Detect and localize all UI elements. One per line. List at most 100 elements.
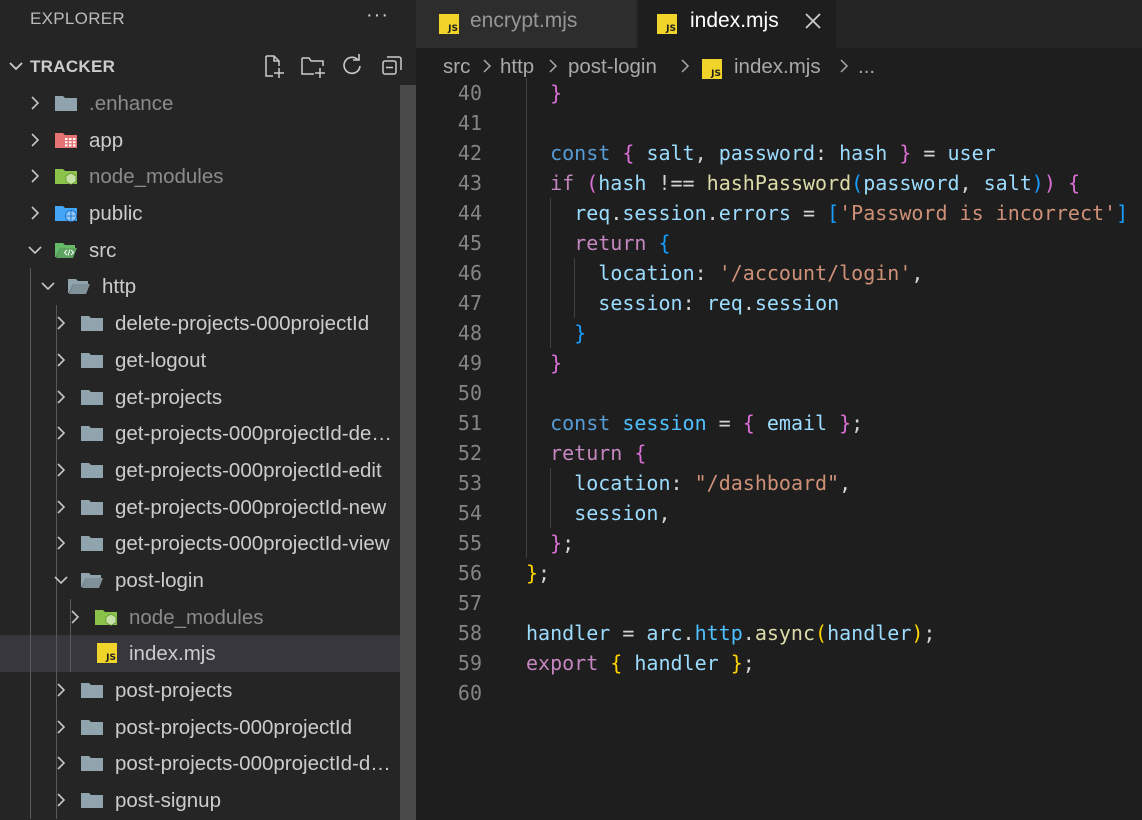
tab-encrypt-mjs[interactable]: JS encrypt.mjs [416, 0, 636, 48]
code-token: : [670, 471, 695, 495]
line-number: 42 [457, 141, 482, 165]
tree-folder-item[interactable]: get-projects [0, 378, 400, 416]
code-token: return [550, 441, 635, 465]
indent-guide [30, 488, 31, 526]
tree-folder-item[interactable]: post-signup [0, 782, 400, 819]
breadcrumb-more[interactable]: ... [858, 55, 875, 79]
tree-folder-item[interactable]: get-projects-000projectId-view [0, 525, 400, 562]
chevron-right-icon[interactable] [52, 314, 70, 332]
indent-guide [526, 228, 527, 258]
code-token: { [634, 441, 647, 465]
code-editor[interactable]: 40} 41 42 const { salt, password: hash } = … [416, 78, 1142, 820]
chevron-right-icon [840, 59, 849, 73]
editor-tab-bar: JS encrypt.mjs JS index.mjs [416, 0, 1142, 48]
code-token: } [550, 531, 563, 555]
tree-item-label: get-projects-000projectId-view [115, 532, 390, 556]
chevron-right-icon[interactable] [52, 388, 70, 406]
chevron-right-icon[interactable] [26, 167, 44, 185]
tree-folder-item[interactable]: post-projects-000projectId-delete [0, 745, 400, 783]
chevron-down-icon[interactable] [26, 241, 44, 259]
close-icon[interactable] [804, 12, 822, 30]
code-token: salt [983, 171, 1032, 195]
tab-label: index.mjs [690, 9, 779, 32]
indent-guide [526, 348, 527, 378]
chevron-down-icon[interactable] [39, 277, 57, 295]
tree-folder-item[interactable]: .enhance [0, 85, 400, 122]
chevron-right-icon[interactable] [52, 498, 70, 516]
code-token: hash [598, 171, 647, 195]
code-text: const { salt, password: hash } = user [550, 138, 996, 168]
tree-folder-item[interactable]: public [0, 195, 400, 232]
chevron-right-icon[interactable] [52, 681, 70, 699]
chevron-right-icon[interactable] [66, 608, 84, 626]
tree-folder-item[interactable]: node_modules [0, 158, 400, 195]
indent-guide [550, 468, 552, 498]
tree-item-label: get-projects-000projectId-delete [115, 422, 396, 446]
code-token: !== [646, 171, 707, 195]
tree-folder-item[interactable]: delete-projects-000projectId [0, 305, 400, 342]
code-token: = [706, 411, 743, 435]
chevron-down-icon[interactable] [52, 571, 70, 589]
code-text: } [574, 318, 586, 348]
indent-guide [30, 525, 31, 562]
tree-folder-item[interactable]: app [0, 122, 400, 159]
more-actions-button[interactable]: ··· [366, 4, 389, 27]
new-file-button[interactable] [259, 52, 287, 80]
indent-guide [550, 228, 552, 258]
tab-index-mjs[interactable]: JS index.mjs [638, 0, 836, 48]
chevron-right-icon[interactable] [52, 534, 70, 552]
breadcrumb-post-login[interactable]: post-login [568, 55, 657, 79]
tree-folder-item[interactable]: get-logout [0, 341, 400, 379]
tree-folder-item[interactable]: get-projects-000projectId-edit [0, 451, 400, 489]
sidebar-scrollbar[interactable] [400, 85, 416, 820]
code-token: session [754, 291, 840, 315]
tree-folder-item[interactable]: node_modules [0, 598, 400, 636]
code-token: ( [851, 171, 864, 195]
workspace-section-header[interactable]: TRACKER [0, 48, 416, 85]
chevron-right-icon[interactable] [52, 754, 70, 772]
tree-folder-item[interactable]: get-projects-000projectId-new [0, 488, 400, 526]
line-number: 58 [457, 621, 482, 645]
indent-guide [70, 635, 71, 672]
code-token: hash [839, 141, 900, 165]
code-text: handler = arc.http.async(handler); [526, 618, 935, 648]
chevron-right-icon[interactable] [52, 351, 70, 369]
indent-guide [526, 78, 527, 108]
collapse-all-button[interactable] [378, 52, 406, 80]
tree-folder-item[interactable]: http [0, 268, 400, 306]
chevron-right-icon[interactable] [52, 718, 70, 736]
code-token: } [526, 561, 539, 585]
tree-folder-item[interactable]: post-projects [0, 672, 400, 709]
code-text: const session = { email }; [550, 408, 863, 438]
chevron-right-icon[interactable] [52, 424, 70, 442]
chevron-right-icon[interactable] [26, 204, 44, 222]
chevron-right-icon[interactable] [26, 94, 44, 112]
chevron-right-icon[interactable] [52, 791, 70, 809]
chevron-right-icon[interactable] [26, 131, 44, 149]
code-text: export { handler }; [526, 648, 755, 678]
chevron-right-icon [681, 59, 690, 73]
breadcrumb-index-mjs[interactable]: index.mjs [734, 55, 821, 79]
refresh-button[interactable] [338, 52, 366, 80]
breadcrumb-http[interactable]: http [500, 55, 534, 79]
explorer-title: EXPLORER [30, 9, 125, 28]
chevron-right-icon[interactable] [52, 461, 70, 479]
code-line: 48} [416, 318, 1142, 348]
tree-item-label: app [89, 128, 124, 152]
tree-folder-item[interactable]: post-login [0, 561, 400, 599]
code-token: session [598, 291, 683, 315]
indent-guide [526, 138, 527, 168]
tree-folder-item[interactable]: get-projects-000projectId-delete [0, 415, 400, 452]
code-token: handler [634, 651, 731, 675]
tree-file-item[interactable]: JS index.mjs [0, 635, 400, 672]
code-line: 54 session, [416, 498, 1142, 528]
line-number: 41 [457, 111, 482, 135]
indent-guide [30, 598, 31, 636]
tree-folder-item[interactable]: post-projects-000projectId [0, 708, 400, 746]
folder-gray-icon [81, 756, 103, 772]
code-token: const [550, 411, 623, 435]
new-folder-button[interactable] [299, 52, 327, 80]
indent-guide [30, 635, 31, 672]
breadcrumb-src[interactable]: src [443, 55, 470, 79]
tree-folder-item[interactable]: src [0, 232, 400, 269]
